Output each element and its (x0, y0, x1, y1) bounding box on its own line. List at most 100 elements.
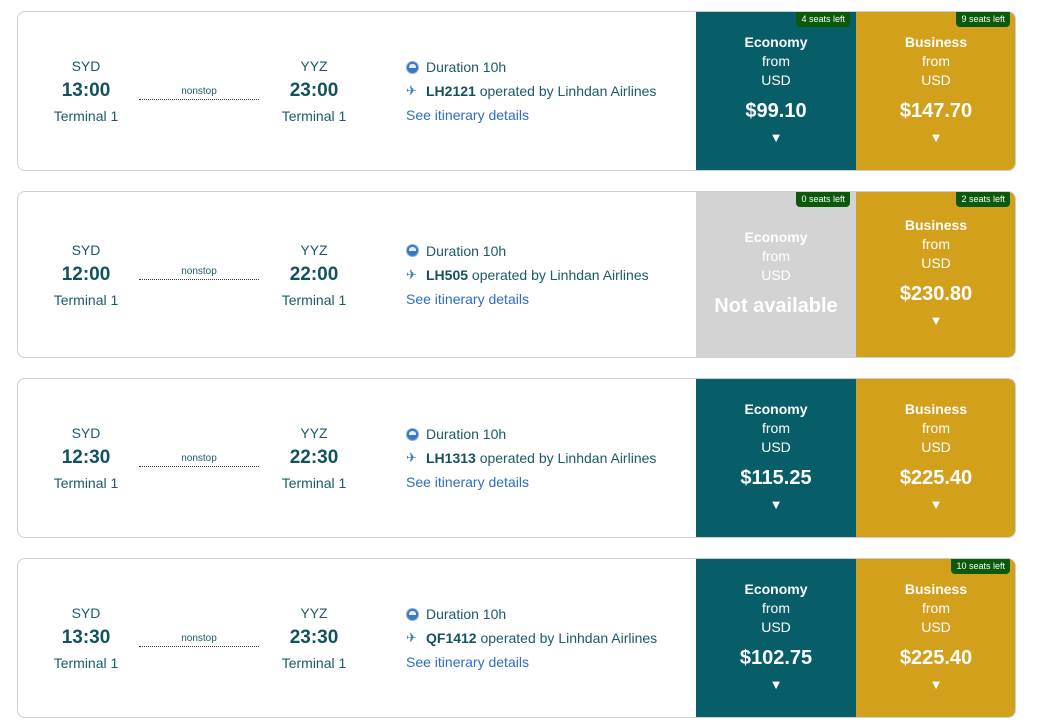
flight-details: Duration 10h ✈ LH505 operated by Linhdan … (406, 192, 649, 357)
arrival-terminal: Terminal 1 (281, 108, 347, 124)
departure-time: 12:00 (61, 263, 111, 285)
departure-terminal: Terminal 1 (53, 108, 119, 124)
itinerary-details-link[interactable]: See itinerary details (406, 287, 529, 311)
arrival-airport-code: YYZ (300, 605, 328, 621)
caret-down-icon: ▼ (929, 676, 943, 692)
fare-currency-label: USD (761, 266, 791, 283)
duration-text: Duration 10h (426, 59, 507, 75)
clock-icon (406, 607, 419, 621)
flight-number: LH2121 (426, 83, 476, 99)
seats-left-badge: 2 seats left (956, 192, 1010, 207)
fare-from-label: from (762, 419, 790, 436)
business-fare-button[interactable]: 2 seats left Business from USD $230.80 ▼ (856, 192, 1015, 357)
fare-class-label: Business (904, 580, 968, 597)
airplane-icon: ✈ (406, 630, 417, 645)
arrival-info: YYZ 23:00 Terminal 1 (254, 12, 374, 170)
stops-label: nonstop (139, 266, 259, 280)
fare-currency-label: USD (761, 618, 791, 635)
caret-down-icon: ▼ (929, 129, 943, 145)
flight-card: SYD 12:30 Terminal 1 nonstop YYZ 22:30 T… (17, 378, 1016, 538)
fare-from-label: from (922, 236, 950, 252)
departure-time: 12:30 (61, 447, 111, 468)
departure-info: SYD 13:30 Terminal 1 (26, 559, 146, 717)
stops-label: nonstop (139, 453, 259, 467)
itinerary-details-link[interactable]: See itinerary details (406, 103, 529, 127)
caret-down-icon: ▼ (769, 496, 783, 512)
seats-left-badge: 0 seats left (796, 192, 850, 207)
economy-fare-button[interactable]: Economy from USD $102.75 ▼ (696, 559, 856, 717)
fare-price: $99.10 (745, 99, 807, 122)
business-fare-button[interactable]: 10 seats left Business from USD $225.40 … (856, 559, 1015, 717)
arrival-info: YYZ 22:00 Terminal 1 (254, 192, 374, 357)
duration-text: Duration 10h (426, 242, 507, 259)
fare-class-label: Business (904, 217, 968, 233)
fare-from-label: from (762, 599, 790, 616)
itinerary-details-link[interactable]: See itinerary details (406, 470, 529, 494)
departure-info: SYD 12:30 Terminal 1 (26, 379, 146, 537)
airplane-icon: ✈ (406, 266, 417, 282)
caret-down-icon: ▼ (929, 313, 943, 328)
arrival-info: YYZ 22:30 Terminal 1 (254, 379, 374, 537)
departure-time: 13:30 (61, 627, 111, 648)
arrival-airport-code: YYZ (300, 241, 328, 258)
fare-from-label: from (922, 52, 950, 69)
airplane-icon: ✈ (406, 83, 417, 98)
clock-icon (406, 244, 419, 257)
economy-fare-button[interactable]: 4 seats left Economy from USD $99.10 ▼ (696, 12, 856, 170)
fare-price: $230.80 (899, 283, 973, 305)
departure-time: 13:00 (61, 80, 111, 101)
business-fare-button[interactable]: 9 seats left Business from USD $147.70 ▼ (856, 12, 1015, 170)
flight-details: Duration 10h ✈ QF1412 operated by Linhdan… (406, 559, 657, 717)
departure-airport-code: SYD (71, 605, 101, 621)
fare-from-label: from (922, 419, 950, 436)
operator-text: operated by Linhdan Airlines (471, 266, 649, 283)
fare-currency-label: USD (921, 71, 951, 88)
caret-down-icon: ▼ (769, 676, 783, 692)
stops-label: nonstop (139, 633, 259, 647)
arrival-info: YYZ 23:30 Terminal 1 (254, 559, 374, 717)
fare-price: $225.40 (899, 646, 973, 669)
operator-text: operated by Linhdan Airlines (480, 630, 658, 646)
arrival-terminal: Terminal 1 (281, 475, 347, 491)
arrival-time: 22:00 (289, 263, 339, 285)
economy-fare-button[interactable]: Economy from USD $115.25 ▼ (696, 379, 856, 537)
flight-card: SYD 12:00 Terminal 1 nonstop YYZ 22:00 T… (17, 191, 1016, 358)
fare-class-label: Economy (744, 228, 808, 245)
arrival-terminal: Terminal 1 (281, 291, 347, 308)
flight-number: LH1313 (426, 450, 476, 466)
fare-class-label: Economy (744, 400, 808, 417)
business-fare-button[interactable]: Business from USD $225.40 ▼ (856, 379, 1015, 537)
fare-price: $147.70 (899, 99, 973, 122)
departure-airport-code: SYD (71, 425, 101, 441)
economy-fare-unavailable: 0 seats left Economy from USD Not availa… (696, 192, 856, 357)
duration-text: Duration 10h (426, 426, 507, 442)
stops-label: nonstop (139, 86, 259, 100)
seats-left-badge: 9 seats left (956, 12, 1010, 27)
departure-terminal: Terminal 1 (53, 475, 119, 491)
fare-class-label: Business (904, 400, 968, 417)
fare-from-label: from (762, 247, 790, 264)
arrival-time: 23:30 (289, 627, 339, 648)
fare-currency-label: USD (921, 618, 951, 635)
fare-currency-label: USD (761, 71, 791, 88)
fare-currency-label: USD (921, 255, 951, 271)
fare-class-label: Economy (744, 580, 808, 597)
fare-currency-label: USD (921, 438, 951, 455)
arrival-time: 23:00 (289, 80, 339, 101)
not-available-label: Not available (714, 294, 838, 317)
caret-down-icon: ▼ (769, 129, 783, 145)
arrival-time: 22:30 (289, 447, 339, 468)
flight-card: SYD 13:00 Terminal 1 nonstop YYZ 23:00 T… (17, 11, 1016, 171)
arrival-airport-code: YYZ (300, 58, 328, 74)
arrival-terminal: Terminal 1 (281, 655, 347, 671)
caret-down-icon: ▼ (929, 496, 943, 512)
clock-icon (406, 427, 419, 441)
itinerary-details-link[interactable]: See itinerary details (406, 650, 529, 674)
flight-number: QF1412 (426, 630, 477, 646)
fare-from-label: from (922, 599, 950, 616)
fare-from-label: from (762, 52, 790, 69)
operator-text: operated by Linhdan Airlines (479, 450, 657, 466)
fare-currency-label: USD (761, 438, 791, 455)
fare-class-label: Economy (744, 33, 808, 50)
departure-info: SYD 13:00 Terminal 1 (26, 12, 146, 170)
